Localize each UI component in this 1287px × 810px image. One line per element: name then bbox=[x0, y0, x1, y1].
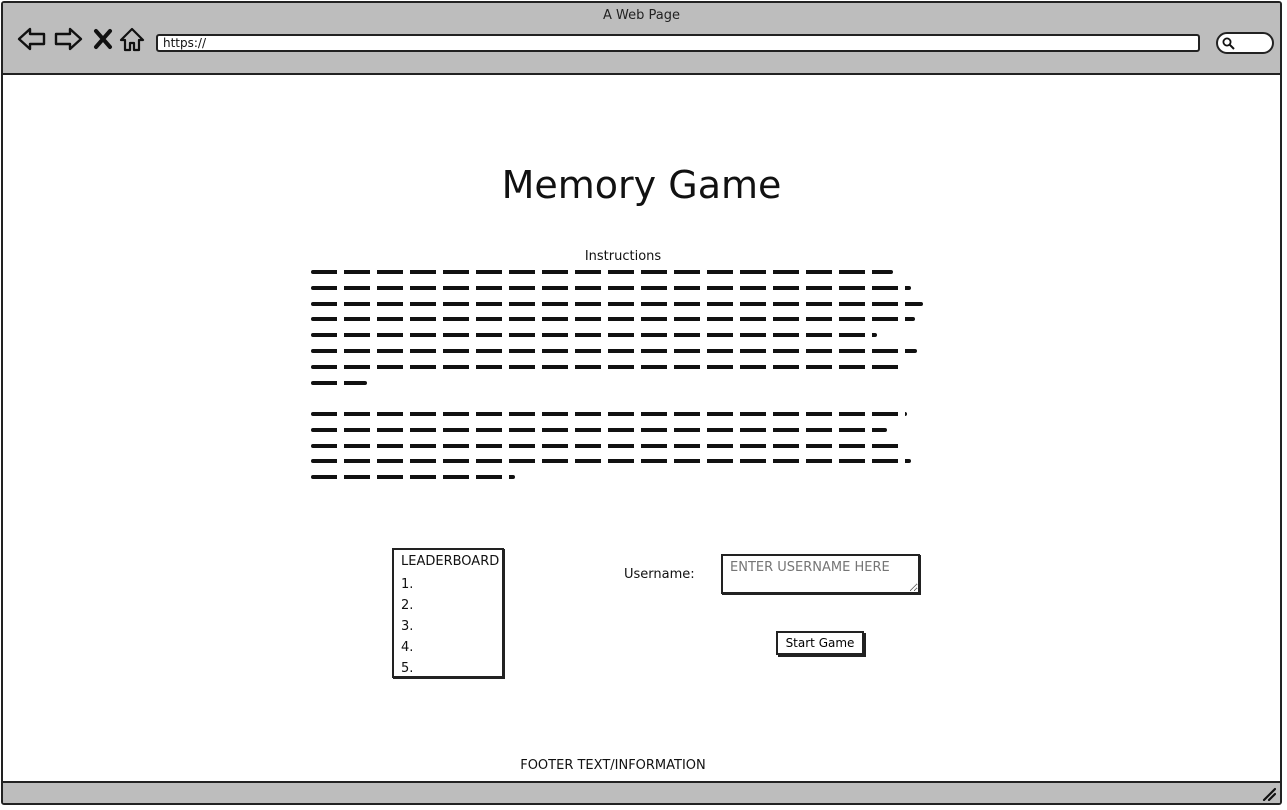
footer-text: FOOTER TEXT/INFORMATION bbox=[520, 758, 706, 773]
page-content: Memory Game Instructions LEADERBOARD 1. … bbox=[3, 75, 1280, 783]
leaderboard-row: 5. bbox=[401, 661, 414, 676]
browser-window: A Web Page https:// Memory Game Instruct… bbox=[1, 1, 1282, 805]
start-game-button[interactable]: Start Game bbox=[776, 631, 864, 655]
username-label: Username: bbox=[624, 567, 695, 582]
home-icon[interactable] bbox=[118, 25, 146, 53]
browser-titlebar: A Web Page https:// bbox=[3, 3, 1280, 75]
leaderboard-row: 4. bbox=[401, 640, 414, 655]
leaderboard-row: 2. bbox=[401, 598, 414, 613]
resize-grip-icon[interactable] bbox=[1262, 787, 1276, 801]
forward-arrow-icon[interactable] bbox=[53, 25, 83, 53]
leaderboard-title: LEADERBOARD bbox=[401, 554, 500, 569]
browser-statusbar bbox=[3, 781, 1280, 803]
close-x-icon[interactable] bbox=[91, 25, 115, 53]
username-input[interactable] bbox=[721, 554, 920, 594]
url-input[interactable]: https:// bbox=[156, 34, 1200, 52]
instructions-paragraph-1 bbox=[311, 270, 923, 396]
leaderboard-row: 1. bbox=[401, 577, 414, 592]
window-title: A Web Page bbox=[603, 8, 680, 23]
page-title: Memory Game bbox=[501, 163, 782, 207]
leaderboard: LEADERBOARD 1. 2. 3. 4. 5. bbox=[392, 548, 504, 678]
leaderboard-row: 3. bbox=[401, 619, 414, 634]
browser-search-box[interactable] bbox=[1216, 32, 1274, 54]
search-icon bbox=[1222, 37, 1235, 50]
instructions-heading: Instructions bbox=[584, 249, 662, 264]
instructions-paragraph-2 bbox=[311, 412, 911, 491]
back-arrow-icon[interactable] bbox=[17, 25, 47, 53]
